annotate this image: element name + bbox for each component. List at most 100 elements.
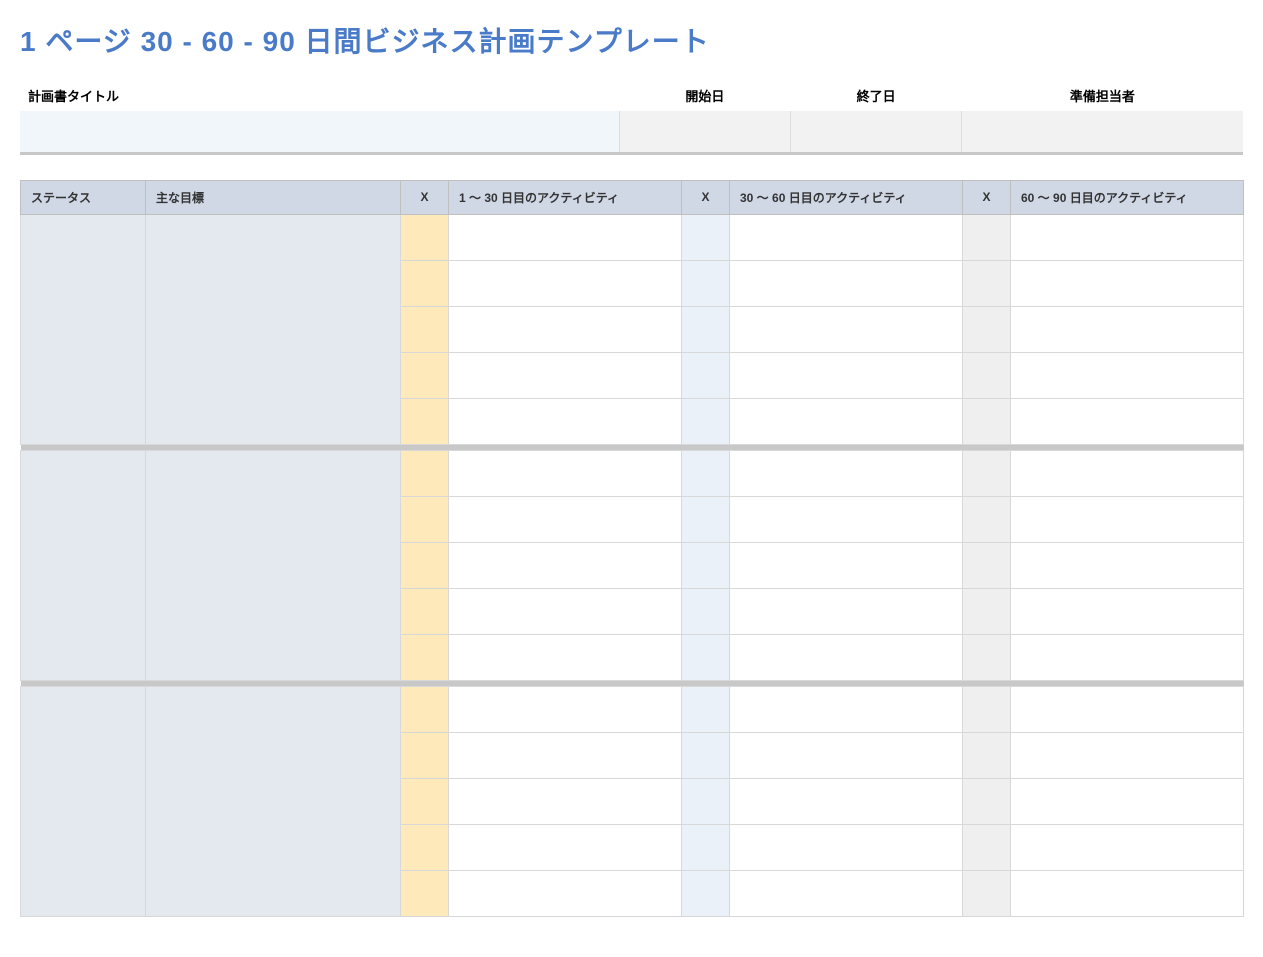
activity-1-30[interactable] — [449, 450, 682, 496]
activity-1-30[interactable] — [449, 686, 682, 732]
check-1-30[interactable] — [401, 542, 449, 588]
check-1-30[interactable] — [401, 352, 449, 398]
check-1-30[interactable] — [401, 496, 449, 542]
check-1-30[interactable] — [401, 450, 449, 496]
activity-30-60[interactable] — [730, 450, 963, 496]
goal-cell[interactable] — [146, 686, 401, 916]
activity-1-30[interactable] — [449, 214, 682, 260]
status-cell[interactable] — [21, 214, 146, 444]
check-30-60[interactable] — [682, 686, 730, 732]
activity-60-90[interactable] — [1011, 306, 1244, 352]
check-60-90[interactable] — [963, 450, 1011, 496]
input-end-date[interactable] — [790, 111, 961, 153]
activity-60-90[interactable] — [1011, 450, 1244, 496]
activity-60-90[interactable] — [1011, 588, 1244, 634]
activity-1-30[interactable] — [449, 870, 682, 916]
check-60-90[interactable] — [963, 398, 1011, 444]
activity-1-30[interactable] — [449, 634, 682, 680]
check-1-30[interactable] — [401, 588, 449, 634]
activity-30-60[interactable] — [730, 588, 963, 634]
activity-30-60[interactable] — [730, 398, 963, 444]
check-60-90[interactable] — [963, 306, 1011, 352]
activity-60-90[interactable] — [1011, 542, 1244, 588]
activity-30-60[interactable] — [730, 732, 963, 778]
activity-1-30[interactable] — [449, 778, 682, 824]
check-30-60[interactable] — [682, 450, 730, 496]
check-1-30[interactable] — [401, 398, 449, 444]
goal-cell[interactable] — [146, 214, 401, 444]
check-60-90[interactable] — [963, 588, 1011, 634]
check-30-60[interactable] — [682, 260, 730, 306]
input-prepared-by[interactable] — [962, 111, 1243, 153]
check-1-30[interactable] — [401, 306, 449, 352]
check-30-60[interactable] — [682, 588, 730, 634]
input-start-date[interactable] — [619, 111, 790, 153]
check-30-60[interactable] — [682, 542, 730, 588]
check-60-90[interactable] — [963, 634, 1011, 680]
check-60-90[interactable] — [963, 686, 1011, 732]
activity-60-90[interactable] — [1011, 732, 1244, 778]
activity-1-30[interactable] — [449, 496, 682, 542]
check-60-90[interactable] — [963, 870, 1011, 916]
status-cell[interactable] — [21, 450, 146, 680]
input-plan-title[interactable] — [20, 111, 619, 153]
check-30-60[interactable] — [682, 306, 730, 352]
check-30-60[interactable] — [682, 634, 730, 680]
check-60-90[interactable] — [963, 260, 1011, 306]
check-1-30[interactable] — [401, 870, 449, 916]
activity-60-90[interactable] — [1011, 634, 1244, 680]
activity-1-30[interactable] — [449, 542, 682, 588]
activity-1-30[interactable] — [449, 260, 682, 306]
check-60-90[interactable] — [963, 214, 1011, 260]
check-60-90[interactable] — [963, 824, 1011, 870]
check-30-60[interactable] — [682, 214, 730, 260]
activity-60-90[interactable] — [1011, 824, 1244, 870]
activity-30-60[interactable] — [730, 260, 963, 306]
activity-1-30[interactable] — [449, 732, 682, 778]
activity-30-60[interactable] — [730, 542, 963, 588]
activity-60-90[interactable] — [1011, 778, 1244, 824]
check-1-30[interactable] — [401, 732, 449, 778]
activity-30-60[interactable] — [730, 778, 963, 824]
goal-cell[interactable] — [146, 450, 401, 680]
check-1-30[interactable] — [401, 778, 449, 824]
status-cell[interactable] — [21, 686, 146, 916]
check-60-90[interactable] — [963, 496, 1011, 542]
check-30-60[interactable] — [682, 824, 730, 870]
activity-1-30[interactable] — [449, 352, 682, 398]
activity-30-60[interactable] — [730, 870, 963, 916]
check-1-30[interactable] — [401, 686, 449, 732]
check-30-60[interactable] — [682, 778, 730, 824]
activity-60-90[interactable] — [1011, 496, 1244, 542]
activity-30-60[interactable] — [730, 214, 963, 260]
activity-30-60[interactable] — [730, 306, 963, 352]
check-1-30[interactable] — [401, 260, 449, 306]
activity-60-90[interactable] — [1011, 686, 1244, 732]
activity-60-90[interactable] — [1011, 214, 1244, 260]
activity-1-30[interactable] — [449, 824, 682, 870]
check-30-60[interactable] — [682, 352, 730, 398]
activity-1-30[interactable] — [449, 398, 682, 444]
check-30-60[interactable] — [682, 870, 730, 916]
check-1-30[interactable] — [401, 824, 449, 870]
check-60-90[interactable] — [963, 352, 1011, 398]
activity-30-60[interactable] — [730, 824, 963, 870]
check-1-30[interactable] — [401, 634, 449, 680]
check-60-90[interactable] — [963, 732, 1011, 778]
check-30-60[interactable] — [682, 398, 730, 444]
activity-60-90[interactable] — [1011, 260, 1244, 306]
activity-60-90[interactable] — [1011, 870, 1244, 916]
check-30-60[interactable] — [682, 732, 730, 778]
check-30-60[interactable] — [682, 496, 730, 542]
activity-30-60[interactable] — [730, 686, 963, 732]
check-60-90[interactable] — [963, 778, 1011, 824]
check-1-30[interactable] — [401, 214, 449, 260]
activity-1-30[interactable] — [449, 588, 682, 634]
activity-30-60[interactable] — [730, 352, 963, 398]
activity-1-30[interactable] — [449, 306, 682, 352]
activity-60-90[interactable] — [1011, 398, 1244, 444]
activity-30-60[interactable] — [730, 496, 963, 542]
activity-30-60[interactable] — [730, 634, 963, 680]
activity-60-90[interactable] — [1011, 352, 1244, 398]
check-60-90[interactable] — [963, 542, 1011, 588]
